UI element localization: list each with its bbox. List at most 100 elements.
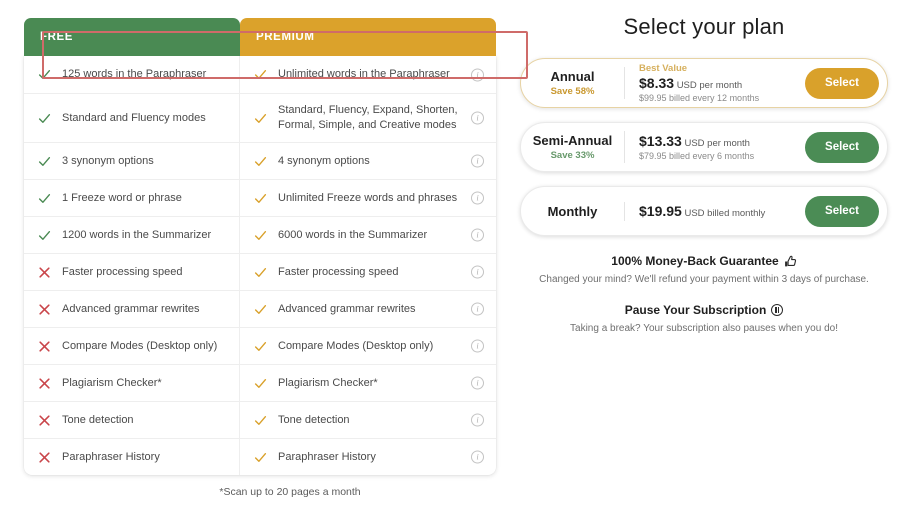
check-icon <box>254 341 267 351</box>
feature-cell-free: 3 synonym options <box>24 143 240 179</box>
feature-label-premium: Standard, Fluency, Expand, Shorten, Form… <box>278 104 458 131</box>
feature-cell-free: Standard and Fluency modes <box>24 94 240 142</box>
feature-cell-premium: Unlimited Freeze words and phrases i <box>240 180 496 216</box>
table-row: Tone detection Tone detection i <box>24 401 496 438</box>
feature-cell-free: Paraphraser History <box>24 439 240 475</box>
plan-billing-note: $79.95 billed every 6 months <box>639 151 755 161</box>
check-icon <box>254 415 267 425</box>
info-icon[interactable]: i <box>471 450 484 464</box>
plan-save-badge: Save 33% <box>550 150 595 161</box>
feature-cell-free: Faster processing speed <box>24 254 240 290</box>
info-icon[interactable]: i <box>471 154 484 168</box>
table-row: 1 Freeze word or phrase Unlimited Freeze … <box>24 179 496 216</box>
info-icon[interactable]: i <box>471 68 484 81</box>
plan-name: Annual <box>550 69 595 84</box>
check-icon <box>254 230 267 240</box>
select-plan-button[interactable]: Select <box>805 195 879 227</box>
check-icon <box>254 113 267 123</box>
check-icon <box>254 193 267 203</box>
plan-name-column: Monthly <box>521 201 625 221</box>
feature-label-free: 1 Freeze word or phrase <box>62 191 182 204</box>
plan-name: Monthly <box>547 203 598 219</box>
plan-card-list: Annual Save 58% Best Value $8.33 USD per mo… <box>520 58 888 236</box>
check-icon <box>38 70 51 79</box>
feature-label-premium: Faster processing speed <box>278 265 399 278</box>
feature-cell-free: 1 Freeze word or phrase <box>24 180 240 216</box>
cross-icon <box>39 266 50 278</box>
feature-label-premium: Unlimited Freeze words and phrases <box>278 191 458 204</box>
feature-cell-free: 125 words in the Paraphraser <box>24 56 240 93</box>
cross-icon <box>39 451 50 463</box>
info-icon[interactable]: i <box>471 228 484 242</box>
info-icon[interactable]: i <box>471 265 484 279</box>
table-row: Paraphraser History Paraphraser History i <box>24 438 496 475</box>
check-icon <box>38 156 51 166</box>
best-value-badge: Best Value <box>639 63 688 74</box>
plan-save-badge: Save 58% <box>550 86 595 97</box>
info-icon[interactable]: i <box>471 376 484 390</box>
cross-icon <box>39 414 50 426</box>
plan-card[interactable]: Semi-Annual Save 33% $13.33 USD per month $… <box>520 122 888 172</box>
feature-label-premium: Compare Modes (Desktop only) <box>278 339 434 352</box>
select-plan-button[interactable]: Select <box>805 67 879 99</box>
check-icon <box>38 113 51 123</box>
feature-cell-premium: Faster processing speed i <box>240 254 496 290</box>
plan-billing-note: $99.95 billed every 12 months <box>639 93 760 103</box>
feature-label-free: Tone detection <box>62 413 134 426</box>
info-icon[interactable]: i <box>471 111 484 125</box>
cross-icon <box>39 303 50 315</box>
plan-price-line: $8.33 USD per month <box>639 75 805 91</box>
feature-cell-free: Plagiarism Checker* <box>24 365 240 401</box>
feature-label-free: Advanced grammar rewrites <box>62 302 200 315</box>
pause-subtext: Taking a break? Your subscription also p… <box>570 323 838 334</box>
feature-cell-premium: Advanced grammar rewrites i <box>240 291 496 327</box>
feature-cell-premium: Compare Modes (Desktop only) i <box>240 328 496 364</box>
table-row: Standard and Fluency modes Standard, Flue… <box>24 93 496 142</box>
plan-price-column: $19.95 USD billed monthly <box>625 203 805 219</box>
tab-premium[interactable]: PREMIUM <box>240 18 496 56</box>
info-icon[interactable]: i <box>471 191 484 205</box>
feature-cell-premium: Plagiarism Checker* i <box>240 365 496 401</box>
plan-price-unit: USD billed monthly <box>684 208 766 219</box>
check-icon <box>254 378 267 388</box>
plan-price-column: Best Value $8.33 USD per month $99.95 bill… <box>625 63 805 103</box>
info-icon[interactable]: i <box>471 413 484 427</box>
feature-label-free: Faster processing speed <box>62 265 183 278</box>
tab-free[interactable]: FREE <box>24 18 240 56</box>
check-icon <box>38 193 51 203</box>
feature-cell-premium: 4 synonym options i <box>240 143 496 179</box>
feature-table: 125 words in the Paraphraser Unlimited wo… <box>24 56 496 475</box>
table-row: Advanced grammar rewrites Advanced gramma… <box>24 290 496 327</box>
feature-label-free: Plagiarism Checker* <box>62 376 162 389</box>
cross-icon <box>39 377 50 389</box>
pause-icon <box>771 304 784 316</box>
info-icon[interactable]: i <box>471 302 484 316</box>
feature-label-premium: Unlimited words in the Paraphraser <box>278 68 450 81</box>
plan-card[interactable]: Annual Save 58% Best Value $8.33 USD per mo… <box>520 58 888 108</box>
plan-card[interactable]: Monthly $19.95 USD billed monthly Select <box>520 186 888 236</box>
plan-price-unit: USD per month <box>676 80 743 91</box>
page-title: Select your plan <box>623 14 785 39</box>
guarantee-section: 100% Money-Back Guarantee Changed your m… <box>520 254 888 334</box>
plan-price: $8.33 <box>639 75 675 91</box>
feature-cell-premium: Standard, Fluency, Expand, Shorten, Form… <box>240 94 496 142</box>
pause-heading-text: Pause Your Subscription <box>624 303 767 317</box>
plan-price-line: $19.95 USD billed monthly <box>639 203 805 219</box>
feature-cell-free: Advanced grammar rewrites <box>24 291 240 327</box>
tab-premium-label: PREMIUM <box>256 31 315 43</box>
thumbs-up-icon <box>784 255 796 266</box>
check-icon <box>254 267 267 277</box>
feature-label-premium: Paraphraser History <box>278 450 376 463</box>
plan-tabs: FREE PREMIUM <box>24 18 496 56</box>
info-icon[interactable]: i <box>471 339 484 353</box>
feature-label-premium: Tone detection <box>278 413 350 426</box>
plan-name: Semi-Annual <box>532 133 613 148</box>
check-icon <box>38 230 51 240</box>
pause-heading: Pause Your Subscription <box>520 303 888 317</box>
feature-cell-premium: Paraphraser History i <box>240 439 496 475</box>
table-row: Plagiarism Checker* Plagiarism Checker* i <box>24 364 496 401</box>
table-footnote: *Scan up to 20 pages a month <box>219 486 361 498</box>
select-plan-button[interactable]: Select <box>805 131 879 163</box>
table-row: 125 words in the Paraphraser Unlimited wo… <box>24 56 496 93</box>
